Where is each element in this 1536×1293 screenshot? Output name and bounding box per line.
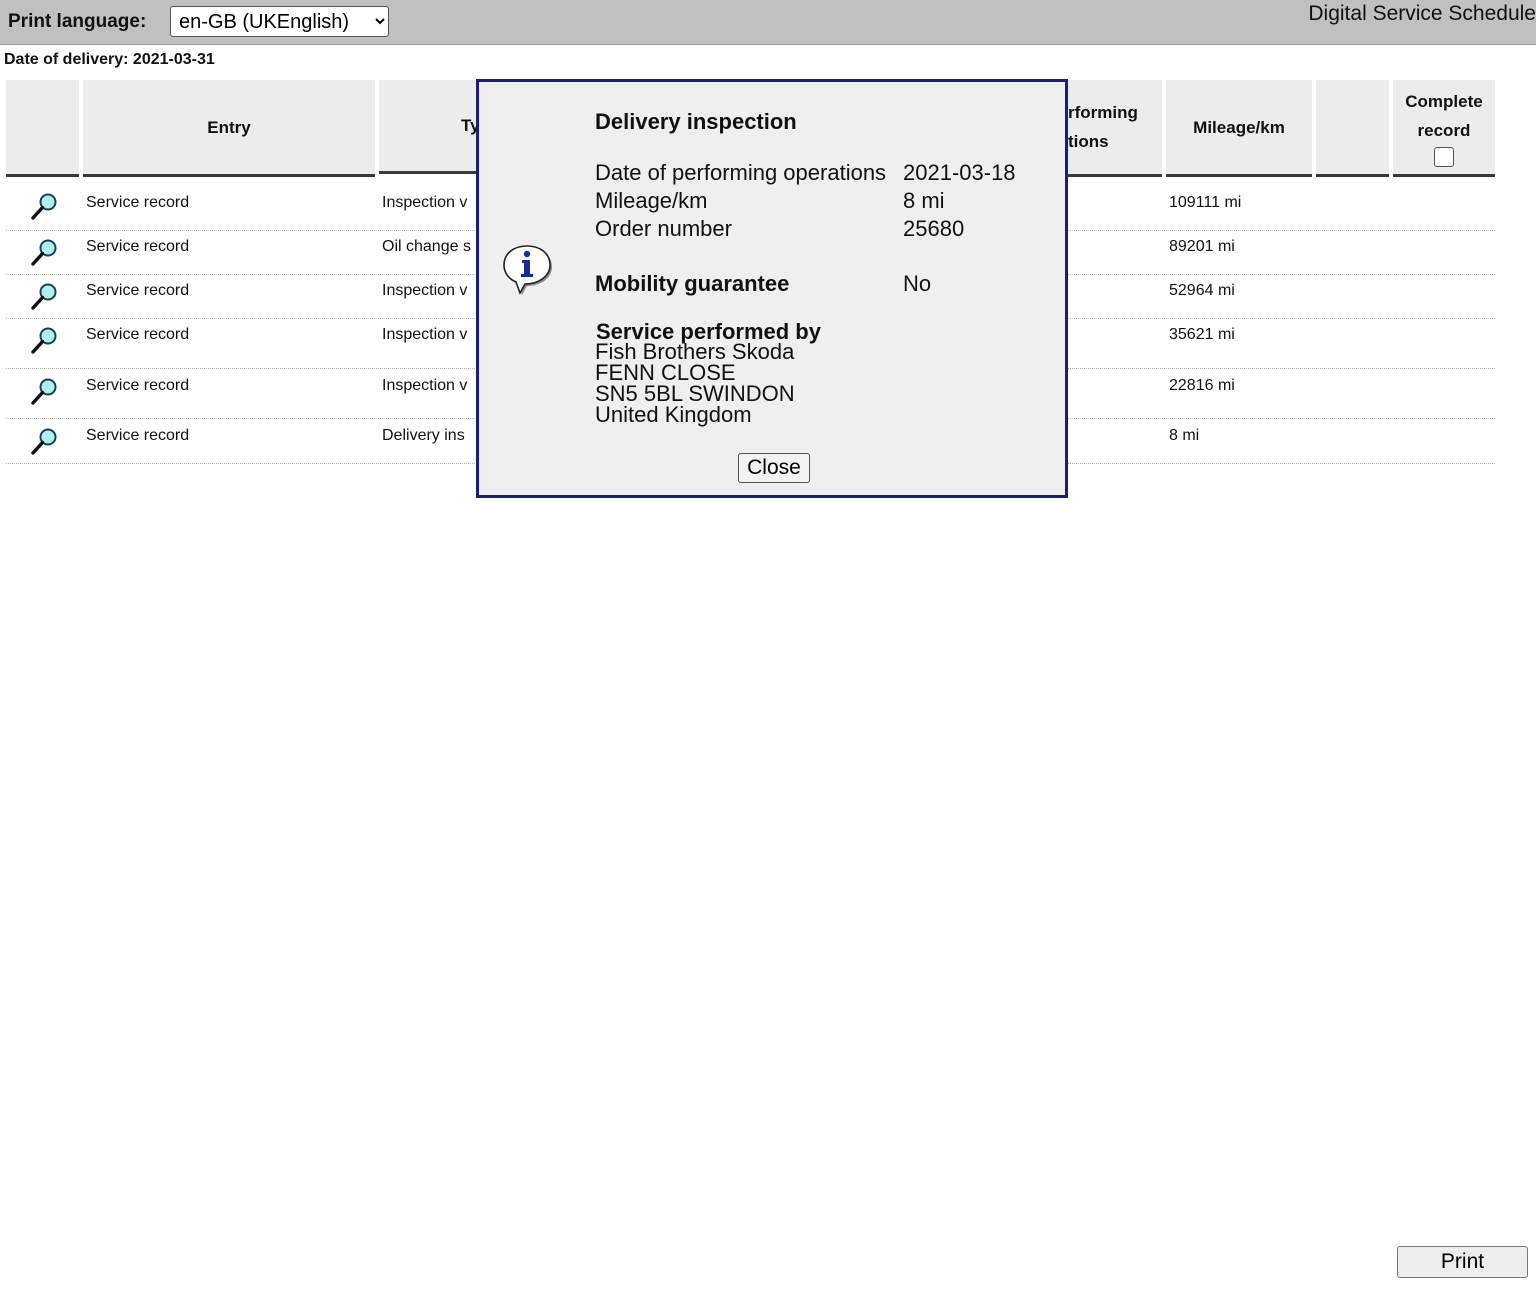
row-entry: Service record bbox=[86, 377, 190, 394]
print-language-label: Print language: bbox=[8, 11, 147, 32]
row-entry: Service record bbox=[86, 326, 190, 343]
row-type: Inspection v bbox=[382, 194, 468, 211]
magnifier-icon[interactable] bbox=[30, 426, 60, 456]
row-type: Inspection v bbox=[382, 282, 468, 299]
date-value: 2021-03-18 bbox=[903, 160, 1016, 185]
dealer-name: Fish Brothers Skoda bbox=[595, 339, 795, 364]
header-type: Ty bbox=[379, 80, 480, 174]
mileage-label: Mileage/km bbox=[595, 188, 708, 213]
magnifier-icon[interactable] bbox=[30, 237, 60, 267]
row-type: Oil change s bbox=[382, 238, 471, 255]
dialog-title: Delivery inspection bbox=[595, 109, 797, 134]
header-mileage: Mileage/km bbox=[1166, 80, 1312, 177]
magnifier-icon[interactable] bbox=[30, 281, 60, 311]
dealer-street: FENN CLOSE bbox=[595, 360, 736, 385]
row-type: Inspection v bbox=[382, 377, 468, 394]
order-number-label: Order number bbox=[595, 216, 732, 241]
mobility-guarantee-value: No bbox=[903, 271, 932, 296]
print-button[interactable]: Print bbox=[1397, 1246, 1528, 1278]
row-entry: Service record bbox=[86, 427, 190, 444]
mileage-value: 8 mi bbox=[903, 188, 945, 213]
date-label: Date of performing operations bbox=[595, 160, 887, 185]
row-type: Inspection v bbox=[382, 326, 468, 343]
row-entry: Service record bbox=[86, 194, 190, 211]
header-blank-column bbox=[1316, 80, 1389, 177]
row-mileage: 109111 mi bbox=[1169, 194, 1242, 211]
print-language-select[interactable]: en-GB (UKEnglish) bbox=[170, 6, 389, 37]
row-mileage: 22816 mi bbox=[1169, 377, 1235, 394]
dealer-country: United Kingdom bbox=[595, 402, 752, 427]
dealer-address: Fish Brothers Skoda FENN CLOSE SN5 5BL S… bbox=[595, 339, 795, 427]
header-view-column bbox=[6, 80, 79, 177]
row-entry: Service record bbox=[86, 238, 190, 255]
delivery-inspection-dialog: Delivery inspection Date of performing o… bbox=[476, 79, 1068, 498]
header-date-of-performing: rforming tions bbox=[1068, 80, 1162, 177]
magnifier-icon[interactable] bbox=[30, 325, 60, 355]
dealer-city: SN5 5BL SWINDON bbox=[595, 381, 795, 406]
header-entry: Entry bbox=[83, 80, 375, 177]
row-mileage: 35621 mi bbox=[1169, 326, 1235, 343]
row-entry: Service record bbox=[86, 282, 190, 299]
row-mileage: 52964 mi bbox=[1169, 282, 1235, 299]
order-number-value: 25680 bbox=[903, 216, 965, 241]
mobility-guarantee-label: Mobility guarantee bbox=[595, 271, 790, 296]
magnifier-icon[interactable] bbox=[30, 191, 60, 221]
header-complete-record: Complete record bbox=[1393, 80, 1495, 177]
magnifier-icon[interactable] bbox=[30, 376, 60, 406]
row-mileage: 89201 mi bbox=[1169, 238, 1235, 255]
row-type: Delivery ins bbox=[382, 427, 465, 444]
delivery-date: Date of delivery: 2021-03-31 bbox=[4, 51, 215, 68]
complete-record-checkbox[interactable] bbox=[1434, 147, 1454, 167]
close-button[interactable]: Close bbox=[738, 453, 810, 483]
top-bar: Print language: en-GB (UKEnglish) Digita… bbox=[0, 0, 1536, 45]
app-title: Digital Service Schedule bbox=[1308, 2, 1536, 25]
info-icon bbox=[503, 245, 552, 295]
row-mileage: 8 mi bbox=[1169, 427, 1200, 444]
